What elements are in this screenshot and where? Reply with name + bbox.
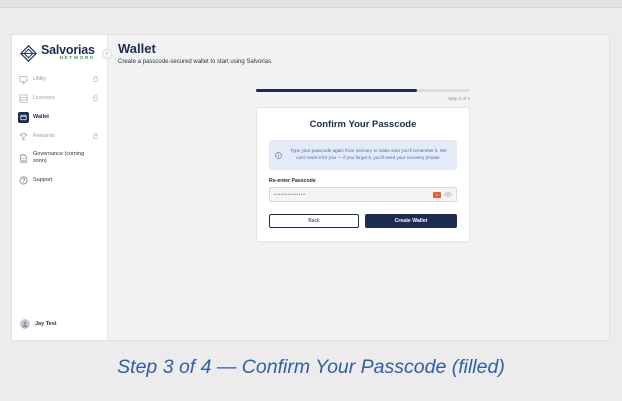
utility-icon: [19, 75, 28, 84]
card-title: Confirm Your Passcode: [309, 119, 417, 130]
user-name: Jay Test: [35, 321, 57, 327]
passcode-label: Re-enter Passcode: [269, 178, 316, 184]
salvorias-logo-icon: [20, 44, 37, 62]
password-manager-icon[interactable]: •••: [433, 191, 441, 198]
create-wallet-button[interactable]: Create Wallet: [365, 214, 457, 228]
sidebar-item-utility[interactable]: Utility: [17, 70, 103, 88]
page-subtitle: Create a passcode-secured wallet to star…: [118, 59, 273, 65]
avatar: [20, 319, 30, 329]
lock-icon: [93, 94, 98, 101]
chevron-left-icon: ‹: [106, 51, 108, 57]
sidebar-item-label: Rewards: [33, 132, 55, 139]
screenshot-caption: Step 3 of 4 — Confirm Your Passcode (fil…: [117, 356, 505, 378]
top-edge: [0, 0, 622, 8]
progress-bar: [256, 89, 470, 92]
sidebar-item-label: Licenses: [33, 94, 55, 101]
sidebar-nav: Utility Licenses Wallet Rewards Governan…: [17, 70, 103, 190]
lock-icon: [93, 75, 98, 82]
sidebar-item-governance[interactable]: Governance (coming soon): [17, 146, 103, 170]
app-window: Salvorias NETWORK Utility Licenses Walle…: [11, 34, 610, 341]
info-icon: [275, 151, 282, 159]
document-icon: [19, 154, 28, 163]
help-icon: [19, 176, 28, 185]
sidebar-item-rewards[interactable]: Rewards: [17, 127, 103, 145]
step-indicator: Step 3 of 4: [448, 96, 470, 101]
progress-fill: [256, 89, 417, 92]
sidebar-item-label: Support: [33, 176, 53, 183]
wallet-icon: [18, 111, 29, 123]
brand-subtitle: NETWORK: [59, 56, 95, 62]
main-content: Wallet Create a passcode-secured wallet …: [108, 35, 609, 340]
info-text: Type your passcode again from memory to …: [290, 148, 447, 160]
info-banner: Type your passcode again from memory to …: [269, 140, 457, 170]
confirm-passcode-card: Confirm Your Passcode Type your passcode…: [256, 107, 470, 242]
sidebar: Salvorias NETWORK Utility Licenses Walle…: [12, 35, 108, 340]
sidebar-item-label: Governance (coming soon): [33, 151, 85, 164]
trophy-icon: [19, 132, 28, 141]
user-icon: [22, 321, 28, 328]
sidebar-item-support[interactable]: Support: [17, 171, 103, 189]
sidebar-item-label: Utility: [33, 75, 47, 82]
sidebar-item-wallet[interactable]: Wallet: [17, 108, 103, 126]
sidebar-item-label: Wallet: [33, 113, 49, 120]
eye-icon[interactable]: [444, 192, 452, 198]
sidebar-item-licenses[interactable]: Licenses: [17, 89, 103, 107]
license-icon: [19, 94, 28, 103]
back-button[interactable]: Back: [269, 214, 359, 228]
passcode-input[interactable]: •••••••••••••• •••: [269, 187, 457, 202]
user-profile[interactable]: Jay Test: [20, 319, 57, 329]
sidebar-collapse-button[interactable]: ‹: [102, 49, 112, 59]
passcode-value: ••••••••••••••: [274, 191, 306, 198]
brand-name: Salvorias: [41, 42, 95, 57]
lock-icon: [93, 132, 98, 139]
brand-logo[interactable]: Salvorias NETWORK: [20, 41, 95, 65]
page-title: Wallet: [118, 41, 156, 56]
